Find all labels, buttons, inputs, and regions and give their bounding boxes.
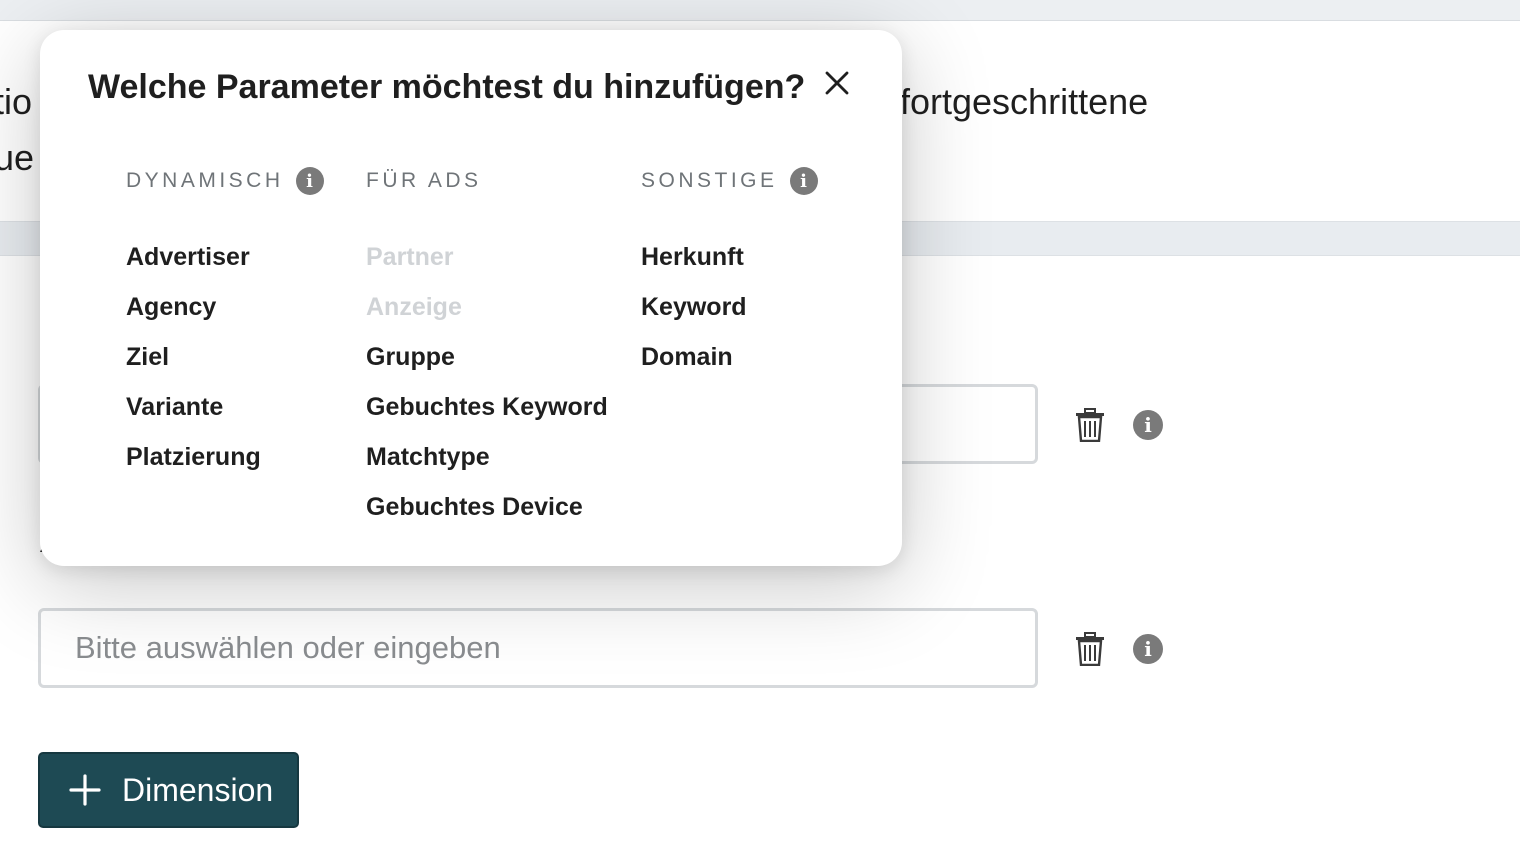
- add-dimension-label: Dimension: [122, 771, 274, 808]
- parameter-item-matchtype[interactable]: Matchtype: [366, 432, 608, 482]
- column-dynamisch: DYNAMISCH i Advertiser Agency Ziel Varia…: [126, 166, 324, 482]
- column-heading-label: FÜR ADS: [366, 169, 482, 192]
- parameter-item-gebuchtes-device[interactable]: Gebuchtes Device: [366, 482, 608, 532]
- parameter-item-gruppe[interactable]: Gruppe: [366, 332, 608, 382]
- modal-title: Welche Parameter möchtest du hinzufügen?: [88, 68, 806, 106]
- column-sonstige: SONSTIGE i Herkunft Keyword Domain: [641, 166, 818, 382]
- parameter-item-anzeige: Anzeige: [366, 293, 462, 321]
- info-icon[interactable]: i: [1133, 410, 1163, 440]
- close-icon[interactable]: [820, 66, 854, 100]
- parameter-item-partner: Partner: [366, 243, 454, 271]
- parameter-list: Herkunft Keyword Domain: [641, 232, 818, 382]
- trash-icon[interactable]: [1075, 632, 1105, 666]
- plus-icon: [69, 774, 101, 806]
- column-heading-label: DYNAMISCH: [126, 169, 284, 192]
- dimension-field-2[interactable]: [38, 608, 1038, 688]
- parameter-item-agency[interactable]: Agency: [126, 282, 324, 332]
- info-icon[interactable]: i: [295, 167, 324, 195]
- info-icon[interactable]: i: [1133, 634, 1163, 664]
- parameter-item-platzierung[interactable]: Platzierung: [126, 432, 324, 482]
- info-icon[interactable]: i: [789, 167, 818, 195]
- parameter-item-herkunft[interactable]: Herkunft: [641, 232, 818, 282]
- parameter-item-keyword[interactable]: Keyword: [641, 282, 818, 332]
- parameter-item-gebuchtes-keyword[interactable]: Gebuchtes Keyword: [366, 382, 608, 432]
- parameter-list: Advertiser Agency Ziel Variante Platzier…: [126, 232, 324, 482]
- column-fuer-ads: FÜR ADS Partner Anzeige Gruppe Gebuchtes…: [366, 166, 608, 532]
- add-dimension-button[interactable]: Dimension: [38, 752, 299, 828]
- parameter-item-variante[interactable]: Variante: [126, 382, 324, 432]
- column-heading-label: SONSTIGE: [641, 169, 778, 192]
- parameter-item-domain[interactable]: Domain: [641, 332, 818, 382]
- intro-line-1-left: tio: [0, 81, 33, 122]
- dimension-input-2[interactable]: [41, 611, 1035, 685]
- column-heading: FÜR ADS: [366, 166, 608, 196]
- intro-line-2-left: ue: [0, 137, 35, 178]
- page: tio fortgeschrittene ue i A g i: [0, 0, 1520, 862]
- intro-line-1-right: fortgeschrittene: [900, 81, 1149, 122]
- column-heading: SONSTIGE i: [641, 166, 818, 196]
- parameter-item-ziel[interactable]: Ziel: [126, 332, 324, 382]
- parameter-list: Partner Anzeige Gruppe Gebuchtes Keyword…: [366, 232, 608, 532]
- column-heading: DYNAMISCH i: [126, 166, 324, 196]
- parameter-item-advertiser[interactable]: Advertiser: [126, 232, 324, 282]
- trash-icon[interactable]: [1075, 408, 1105, 442]
- top-strip: [0, 0, 1520, 21]
- parameter-modal: Welche Parameter möchtest du hinzufügen?…: [40, 30, 902, 566]
